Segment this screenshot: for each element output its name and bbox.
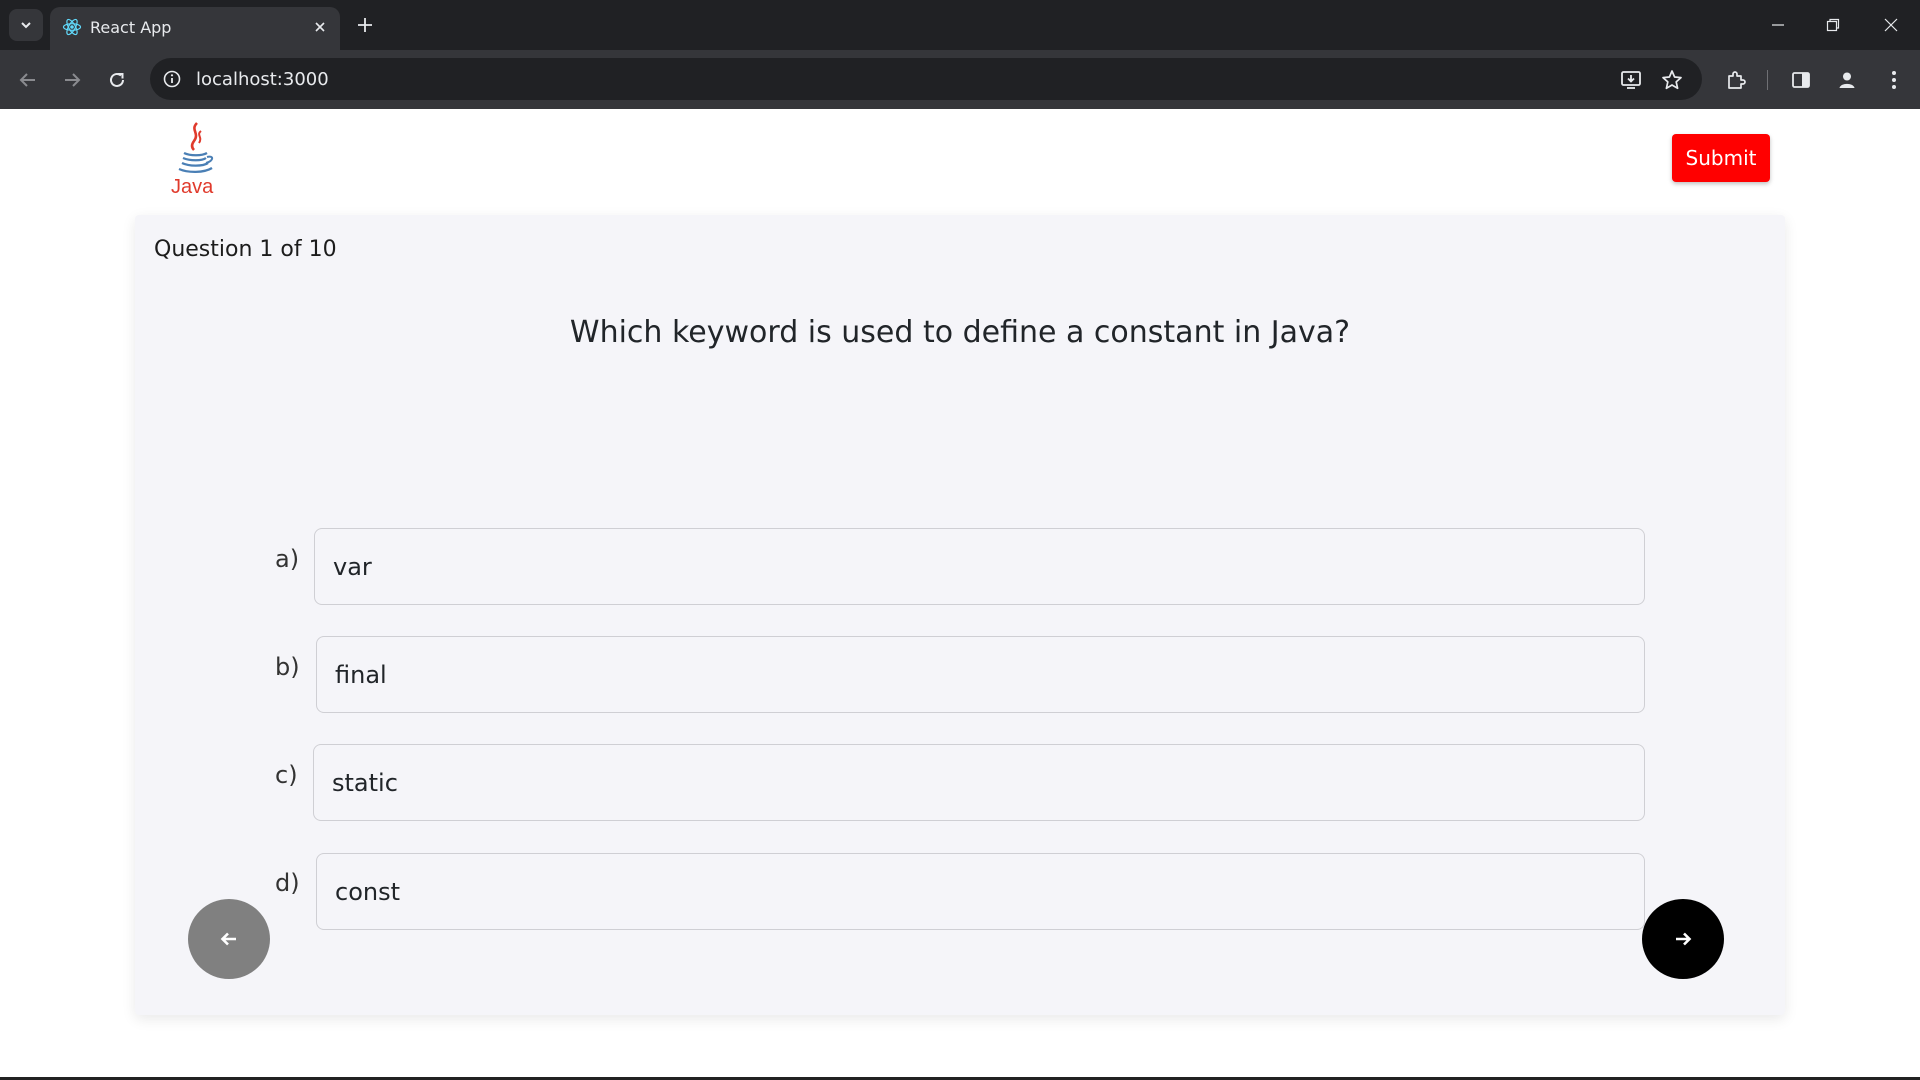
question-counter: Question 1 of 10 <box>154 237 337 262</box>
close-icon <box>315 22 325 32</box>
puzzle-icon <box>1728 71 1746 89</box>
option-b-label: b) <box>275 653 300 681</box>
install-app-button[interactable] <box>1618 67 1644 93</box>
quiz-card: Question 1 of 10 Which keyword is used t… <box>135 215 1785 1015</box>
profile-button[interactable] <box>1833 66 1861 94</box>
close-window-button[interactable] <box>1873 10 1909 40</box>
info-icon <box>163 70 181 88</box>
option-d[interactable]: const <box>316 853 1645 930</box>
menu-button[interactable] <box>1880 66 1908 94</box>
tab-search-button[interactable] <box>9 9 43 41</box>
browser-tabstrip: React App <box>0 0 1920 50</box>
option-a-label: a) <box>275 545 300 573</box>
avatar-icon <box>1839 72 1855 88</box>
kebab-menu-icon <box>1892 71 1896 89</box>
java-logo: Java <box>171 122 214 197</box>
close-icon <box>1884 18 1898 32</box>
star-icon <box>1662 70 1682 90</box>
react-icon <box>62 18 82 36</box>
question-text: Which keyword is used to define a consta… <box>569 315 1351 350</box>
forward-button[interactable] <box>58 66 86 94</box>
page-viewport: Java Submit Question 1 of 10 Which keywo… <box>0 109 1920 1080</box>
chevron-down-icon <box>21 22 31 29</box>
side-panel-button[interactable] <box>1787 66 1815 94</box>
java-logo-text: Java <box>171 176 214 197</box>
install-icon <box>1621 71 1641 89</box>
arrow-left-icon <box>220 932 236 946</box>
arrow-left-icon <box>19 73 35 87</box>
browser-tab[interactable]: React App <box>50 7 340 50</box>
toolbar-divider <box>1767 70 1768 90</box>
minimize-icon <box>1772 24 1784 26</box>
reload-icon <box>110 72 124 87</box>
arrow-right-icon <box>1676 932 1692 946</box>
option-d-label: d) <box>275 869 300 897</box>
next-question-button[interactable] <box>1642 899 1724 979</box>
site-info-button[interactable] <box>160 67 184 91</box>
plus-icon <box>358 18 372 32</box>
minimize-button[interactable] <box>1760 10 1796 40</box>
url-text: localhost:3000 <box>196 69 329 90</box>
extensions-button[interactable] <box>1722 66 1750 94</box>
option-a[interactable]: var <box>314 528 1645 605</box>
option-c[interactable]: static <box>313 744 1645 821</box>
option-c-label: c) <box>275 761 298 789</box>
option-b[interactable]: final <box>316 636 1645 713</box>
previous-question-button[interactable] <box>188 899 270 979</box>
back-button[interactable] <box>14 66 42 94</box>
submit-button[interactable]: Submit <box>1672 134 1770 182</box>
new-tab-button[interactable] <box>352 12 378 38</box>
restore-button[interactable] <box>1815 10 1851 40</box>
address-bar[interactable]: localhost:3000 <box>150 58 1702 100</box>
arrow-right-icon <box>65 73 81 87</box>
browser-toolbar: localhost:3000 <box>0 50 1920 109</box>
bookmark-button[interactable] <box>1659 67 1685 93</box>
side-panel-icon <box>1792 72 1810 88</box>
tab-close-button[interactable] <box>310 17 330 37</box>
tab-title: React App <box>90 18 172 37</box>
restore-icon <box>1826 18 1840 32</box>
reload-button[interactable] <box>103 66 131 94</box>
